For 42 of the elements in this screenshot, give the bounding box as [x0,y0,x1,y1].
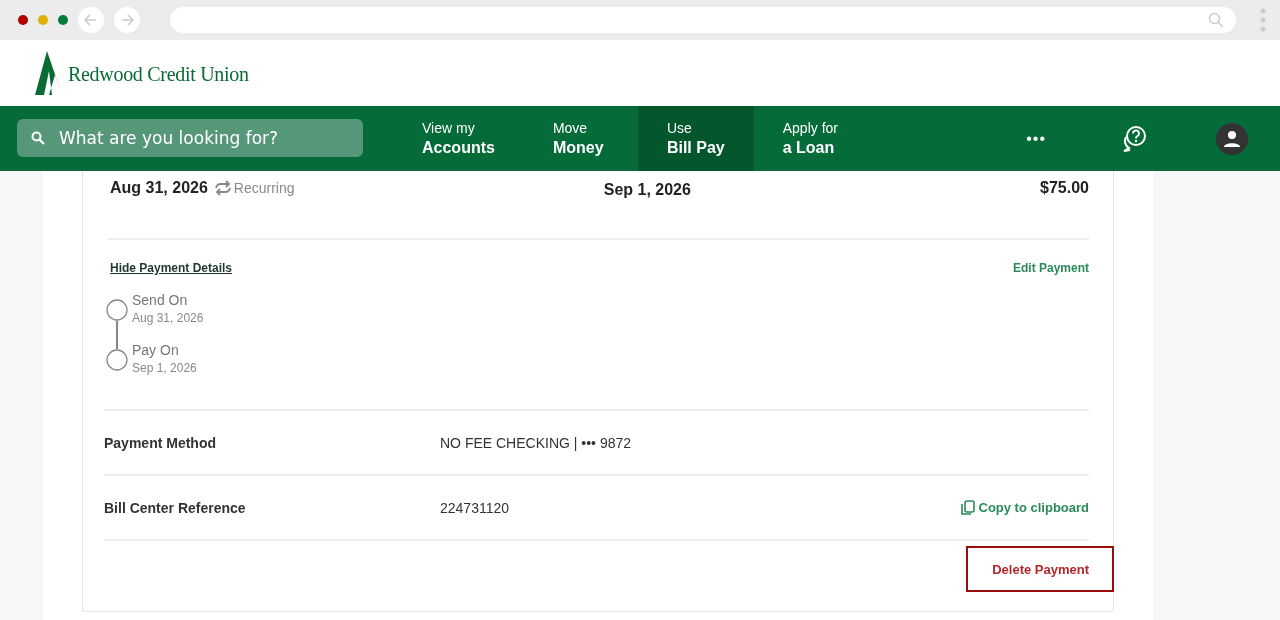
back-arrow-icon [83,12,99,28]
payment-amount: $75.00 [1040,179,1089,197]
forward-arrow-icon [119,12,135,28]
copy-link[interactable]: Copy to clipboard [959,499,1089,516]
step-date: Sep 1, 2026 [132,360,197,377]
detail-label: Payment Method [104,434,217,451]
minimize-dot[interactable] [38,15,48,25]
detail-value: 224731120 [440,499,511,516]
recurring-icon [213,180,232,196]
kebab-menu-icon[interactable] [1260,7,1266,33]
step-label: Pay On [132,341,180,359]
search-icon [1208,12,1224,28]
timeline-circle-icon [106,349,128,371]
search-input[interactable]: What are you looking for? [57,127,331,149]
edit-payment-link[interactable]: Edit Payment [1012,261,1089,275]
hide-details-link[interactable]: Hide Payment Details [110,261,233,275]
nav-tab[interactable]: Apply for a Loan [753,106,868,171]
nav-tab[interactable]: Move Money [523,106,638,171]
copy-icon [959,499,976,516]
search-field[interactable]: What are you looking for? [17,119,363,157]
address-bar[interactable] [170,7,1236,33]
nav-tab[interactable]: Use Bill Pay [637,106,754,171]
step-label: Send On [132,291,189,309]
timeline-circle-icon [106,299,128,321]
detail-value: NO FEE CHECKING | ••• 9872 [440,434,633,451]
search-icon [31,131,45,145]
nav-tab[interactable]: View my Accounts [393,106,524,171]
more-button[interactable]: ••• [1020,106,1052,171]
forward-button[interactable] [114,7,140,33]
brand-name: Redwood Credit Union [68,62,249,86]
back-button[interactable] [78,7,104,33]
person-icon [1223,129,1241,148]
recurring-label: Recurring [233,180,295,196]
deliver-date: Sep 1, 2026 [603,181,691,199]
send-date: Aug 31, 2026 [110,179,208,197]
close-dot[interactable] [18,15,28,25]
detail-label: Bill Center Reference [104,499,247,516]
step-date: Aug 31, 2026 [132,310,204,327]
maximize-dot[interactable] [58,15,68,25]
delete-payment-button[interactable]: Delete Payment [966,546,1114,592]
timeline-connector [116,321,118,349]
profile-button[interactable] [1216,122,1248,155]
